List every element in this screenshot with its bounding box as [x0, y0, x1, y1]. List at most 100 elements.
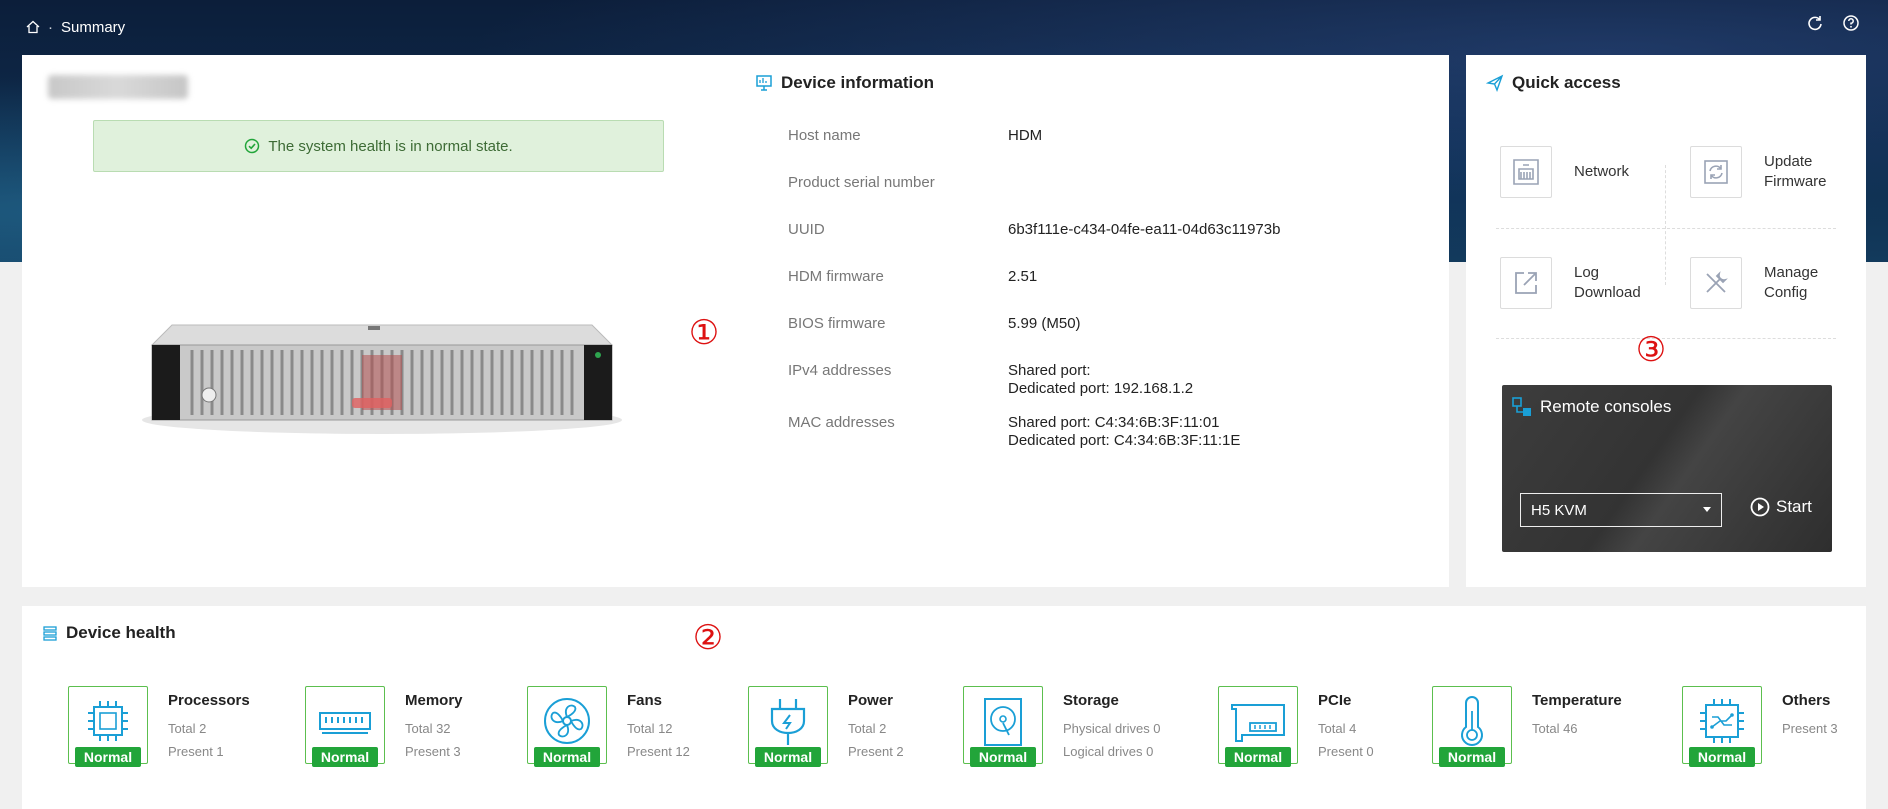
health-item-fans[interactable]: Normal Fans Total 12 Present 12 [527, 686, 690, 767]
quick-access-network[interactable]: Network [1500, 146, 1629, 198]
health-item-processors[interactable]: Normal Processors Total 2 Present 1 [68, 686, 250, 767]
info-label: Host name [788, 127, 861, 144]
info-value: 5.99 (M50) [1008, 315, 1081, 332]
fan-icon: Normal [527, 686, 607, 767]
health-status-banner: The system health is in normal state. [93, 120, 664, 172]
health-list-icon [42, 625, 58, 641]
ipv4-dedicated: Dedicated port: 192.168.1.2 [1008, 380, 1194, 397]
info-row-host-name: Host name HDM [788, 125, 1428, 172]
ipv4-shared: Shared port: [1008, 362, 1091, 379]
health-item-text: Storage Physical drives 0 Logical drives… [1063, 686, 1161, 764]
breadcrumb-current: Summary [61, 18, 126, 36]
health-item-pcie[interactable]: Normal PCIe Total 4 Present 0 [1218, 686, 1374, 767]
summary-card: The system health is in normal state. ① … [22, 55, 1449, 587]
info-row-serial: Product serial number [788, 172, 1428, 219]
health-item-storage[interactable]: Normal Storage Physical drives 0 Logical… [963, 686, 1161, 767]
health-item-others[interactable]: Normal Others Present 3 [1682, 686, 1838, 767]
info-value: Shared port: C4:34:6B:3F:11:01 Dedicated… [1008, 412, 1428, 459]
health-item-name: Power [848, 692, 894, 709]
health-item-detail: Total 32 [405, 721, 451, 736]
quick-access-card: Quick access Network Update Firmware Log… [1466, 55, 1866, 587]
health-item-detail: Present 1 [168, 744, 224, 759]
quick-access-log-download[interactable]: Log Download [1500, 257, 1654, 309]
mac-dedicated: Dedicated port: C4:34:6B:3F:11:1E [1008, 432, 1241, 449]
device-health-card: Device health ② Normal Processors Total … [22, 606, 1866, 809]
paper-plane-icon [1485, 74, 1504, 92]
start-console-button[interactable]: Start [1750, 497, 1812, 517]
info-label: Product serial number [788, 174, 935, 191]
play-circle-icon [1750, 497, 1770, 517]
health-message: The system health is in normal state. [268, 137, 513, 155]
log-download-icon [1500, 257, 1552, 309]
quick-access-manage-config[interactable]: Manage Config [1690, 257, 1844, 309]
thermometer-icon: Normal [1432, 686, 1512, 767]
remote-console-icon [1512, 397, 1532, 417]
status-badge: Normal [1225, 747, 1291, 767]
health-item-detail: Logical drives 0 [1063, 744, 1154, 759]
health-item-detail: Present 3 [1782, 721, 1838, 736]
health-item-name: Fans [627, 692, 663, 709]
remote-consoles-panel: Remote consoles H5 KVM Start [1502, 385, 1832, 552]
status-badge: Normal [1689, 747, 1755, 767]
device-info-heading: Device information [781, 73, 935, 92]
health-item-text: Memory Total 32 Present 3 [405, 686, 463, 764]
marker-3: ③ [1635, 330, 1667, 370]
quick-access-update-firmware[interactable]: Update Firmware [1690, 146, 1844, 198]
health-item-memory[interactable]: Normal Memory Total 32 Present 3 [305, 686, 463, 767]
console-type-value: H5 KVM [1531, 501, 1587, 519]
health-item-name: Memory [405, 692, 463, 709]
health-item-detail: Present 3 [405, 744, 461, 759]
home-icon[interactable] [26, 20, 40, 34]
info-row-hdm-firmware: HDM firmware 2.51 [788, 266, 1428, 313]
update-firmware-icon [1690, 146, 1742, 198]
status-badge: Normal [75, 747, 141, 767]
circuit-chip-icon: Normal [1682, 686, 1762, 767]
breadcrumb: · Summary [26, 16, 125, 38]
quick-access-divider [1496, 228, 1836, 229]
info-row-bios-firmware: BIOS firmware 5.99 (M50) [788, 313, 1428, 360]
info-row-mac: MAC addresses Shared port: C4:34:6B:3F:1… [788, 412, 1428, 459]
processor-icon: Normal [68, 686, 148, 767]
health-item-detail: Total 2 [168, 721, 207, 736]
health-item-name: PCIe [1318, 692, 1352, 709]
quick-access-title: Quick access [1485, 73, 1621, 93]
info-label: IPv4 addresses [788, 362, 892, 379]
refresh-icon[interactable] [1806, 14, 1824, 32]
info-value: Shared port: Dedicated port: 192.168.1.2 [1008, 360, 1428, 412]
health-item-power[interactable]: Normal Power Total 2 Present 2 [748, 686, 904, 767]
memory-icon: Normal [305, 686, 385, 767]
help-icon[interactable] [1842, 14, 1860, 32]
health-item-detail: Total 2 [848, 721, 887, 736]
remote-consoles-title: Remote consoles [1512, 397, 1671, 417]
health-item-detail: Physical drives 0 [1063, 721, 1161, 736]
marker-2: ② [692, 618, 724, 658]
status-badge: Normal [970, 747, 1036, 767]
marker-1: ① [688, 313, 720, 353]
info-label: HDM firmware [788, 268, 884, 285]
breadcrumb-separator: · [48, 18, 53, 36]
info-label: BIOS firmware [788, 315, 886, 332]
server-image [122, 270, 642, 450]
info-label: UUID [788, 221, 825, 238]
quick-access-divider-vertical [1665, 165, 1666, 285]
console-type-select[interactable]: H5 KVM [1520, 493, 1722, 527]
health-item-detail: Total 12 [627, 721, 673, 736]
manage-config-icon [1690, 257, 1742, 309]
status-badge: Normal [1439, 747, 1505, 767]
device-health-title: Device health [42, 623, 176, 643]
header-actions [1806, 14, 1860, 32]
quick-access-label: Update Firmware [1764, 153, 1827, 190]
remote-consoles-heading: Remote consoles [1540, 397, 1672, 416]
info-row-ipv4: IPv4 addresses Shared port: Dedicated po… [788, 360, 1428, 412]
info-row-uuid: UUID 6b3f111e-c434-04fe-ea11-04d63c11973… [788, 219, 1428, 266]
health-item-temperature[interactable]: Normal Temperature Total 46 [1432, 686, 1622, 767]
start-label: Start [1776, 497, 1812, 516]
mac-shared: Shared port: C4:34:6B:3F:11:01 [1008, 414, 1220, 431]
info-value: 2.51 [1008, 268, 1038, 285]
chevron-down-icon [1703, 507, 1711, 512]
health-item-detail: Present 2 [848, 744, 904, 759]
pcie-card-icon: Normal [1218, 686, 1298, 767]
health-item-text: Fans Total 12 Present 12 [627, 686, 690, 764]
health-item-text: Others Present 3 [1782, 686, 1838, 764]
quick-access-label: Manage Config [1764, 264, 1819, 301]
